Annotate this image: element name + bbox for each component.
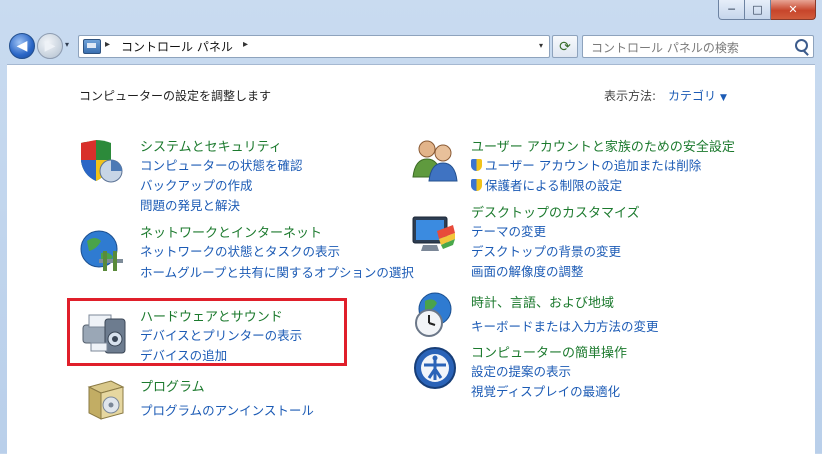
window-caption-buttons: ─ □ ✕ (718, 0, 816, 20)
back-arrow-icon: ◀ (16, 38, 28, 54)
window-frame: ─ □ ✕ ◀ ▶ ▾ ▸ コントロール パネル ▸ ▾ ⟳ コントロール パネ… (0, 0, 822, 454)
category-user-accounts[interactable]: ユーザー アカウントと家族のための安全設定 (471, 136, 735, 155)
view-by-dropdown[interactable]: カテゴリ ▼ (668, 87, 727, 104)
highlight-box (67, 298, 347, 366)
address-bar[interactable]: ▸ コントロール パネル ▸ ▾ (78, 35, 550, 58)
search-box[interactable]: コントロール パネルの検索 (582, 35, 814, 58)
breadcrumb-separator[interactable]: ▸ (243, 39, 248, 50)
category-programs[interactable]: プログラム (140, 376, 205, 395)
main-content: コンピューターの設定を調整します 表示方法: カテゴリ ▼ システムとセキュリティ… (7, 64, 815, 454)
link-suggested-settings[interactable]: 設定の提案の表示 (471, 361, 571, 380)
ease-of-access-icon[interactable] (412, 345, 458, 391)
category-appearance[interactable]: デスクトップのカスタマイズ (471, 202, 640, 221)
uac-shield-icon (471, 159, 482, 171)
chevron-down-icon[interactable]: ▼ (720, 93, 727, 103)
link-network-status-tasks[interactable]: ネットワークの状態とタスクの表示 (140, 241, 340, 260)
breadcrumb-separator[interactable]: ▸ (105, 39, 110, 50)
address-dropdown[interactable]: ▾ (539, 41, 543, 50)
system-security-shield-icon[interactable] (77, 139, 123, 183)
link-change-background[interactable]: デスクトップの背景の変更 (471, 241, 621, 260)
refresh-icon: ⟳ (559, 38, 571, 55)
desktop-customization-icon[interactable] (409, 211, 459, 257)
programs-box-icon[interactable] (83, 377, 129, 423)
category-ease-of-access[interactable]: コンピューターの簡単操作 (471, 342, 627, 361)
navigation-bar: ◀ ▶ ▾ ▸ コントロール パネル ▸ ▾ ⟳ コントロール パネルの検索 (0, 26, 822, 64)
link-check-computer-status[interactable]: コンピューターの状態を確認 (140, 155, 303, 174)
category-network-internet[interactable]: ネットワークとインターネット (140, 222, 322, 241)
view-by-label: 表示方法: (604, 89, 657, 103)
link-change-theme[interactable]: テーマの変更 (471, 221, 546, 240)
refresh-button[interactable]: ⟳ (552, 35, 578, 58)
category-system-security[interactable]: システムとセキュリティ (140, 136, 282, 155)
clock-globe-icon[interactable] (411, 291, 459, 339)
link-parental-controls-label[interactable]: 保護者による制限の設定 (485, 178, 622, 193)
control-panel-icon (83, 39, 101, 54)
link-parental-controls[interactable]: 保護者による制限の設定 (471, 175, 622, 194)
recent-pages-dropdown[interactable]: ▾ (65, 40, 69, 49)
link-find-fix-problems[interactable]: 問題の発見と解決 (140, 195, 240, 214)
close-button[interactable]: ✕ (771, 0, 816, 20)
search-icon[interactable] (795, 39, 808, 52)
search-input[interactable]: コントロール パネルの検索 (591, 39, 739, 56)
page-title: コンピューターの設定を調整します (79, 89, 272, 103)
link-create-backup[interactable]: バックアップの作成 (140, 175, 253, 194)
forward-arrow-icon: ▶ (44, 38, 56, 54)
minimize-button[interactable]: ─ (718, 0, 745, 20)
link-optimize-display[interactable]: 視覚ディスプレイの最適化 (471, 381, 620, 400)
user-accounts-icon[interactable] (411, 137, 459, 183)
view-by-value[interactable]: カテゴリ (668, 89, 716, 103)
breadcrumb-control-panel[interactable]: コントロール パネル (121, 38, 233, 55)
link-add-remove-accounts[interactable]: ユーザー アカウントの追加または削除 (471, 155, 701, 174)
maximize-button[interactable]: □ (745, 0, 771, 20)
link-adjust-resolution[interactable]: 画面の解像度の調整 (471, 261, 584, 280)
category-clock-language-region[interactable]: 時計、言語、および地域 (471, 292, 614, 311)
link-homegroup-sharing[interactable]: ホームグループと共有に関するオプションの選択 (140, 262, 414, 281)
forward-button[interactable]: ▶ (37, 33, 63, 59)
network-globe-icon[interactable] (77, 227, 125, 275)
back-button[interactable]: ◀ (9, 33, 35, 59)
link-add-remove-accounts-label[interactable]: ユーザー アカウントの追加または削除 (485, 158, 701, 173)
link-change-keyboard[interactable]: キーボードまたは入力方法の変更 (471, 316, 659, 335)
uac-shield-icon (471, 179, 482, 191)
link-uninstall-program[interactable]: プログラムのアンインストール (140, 400, 314, 419)
